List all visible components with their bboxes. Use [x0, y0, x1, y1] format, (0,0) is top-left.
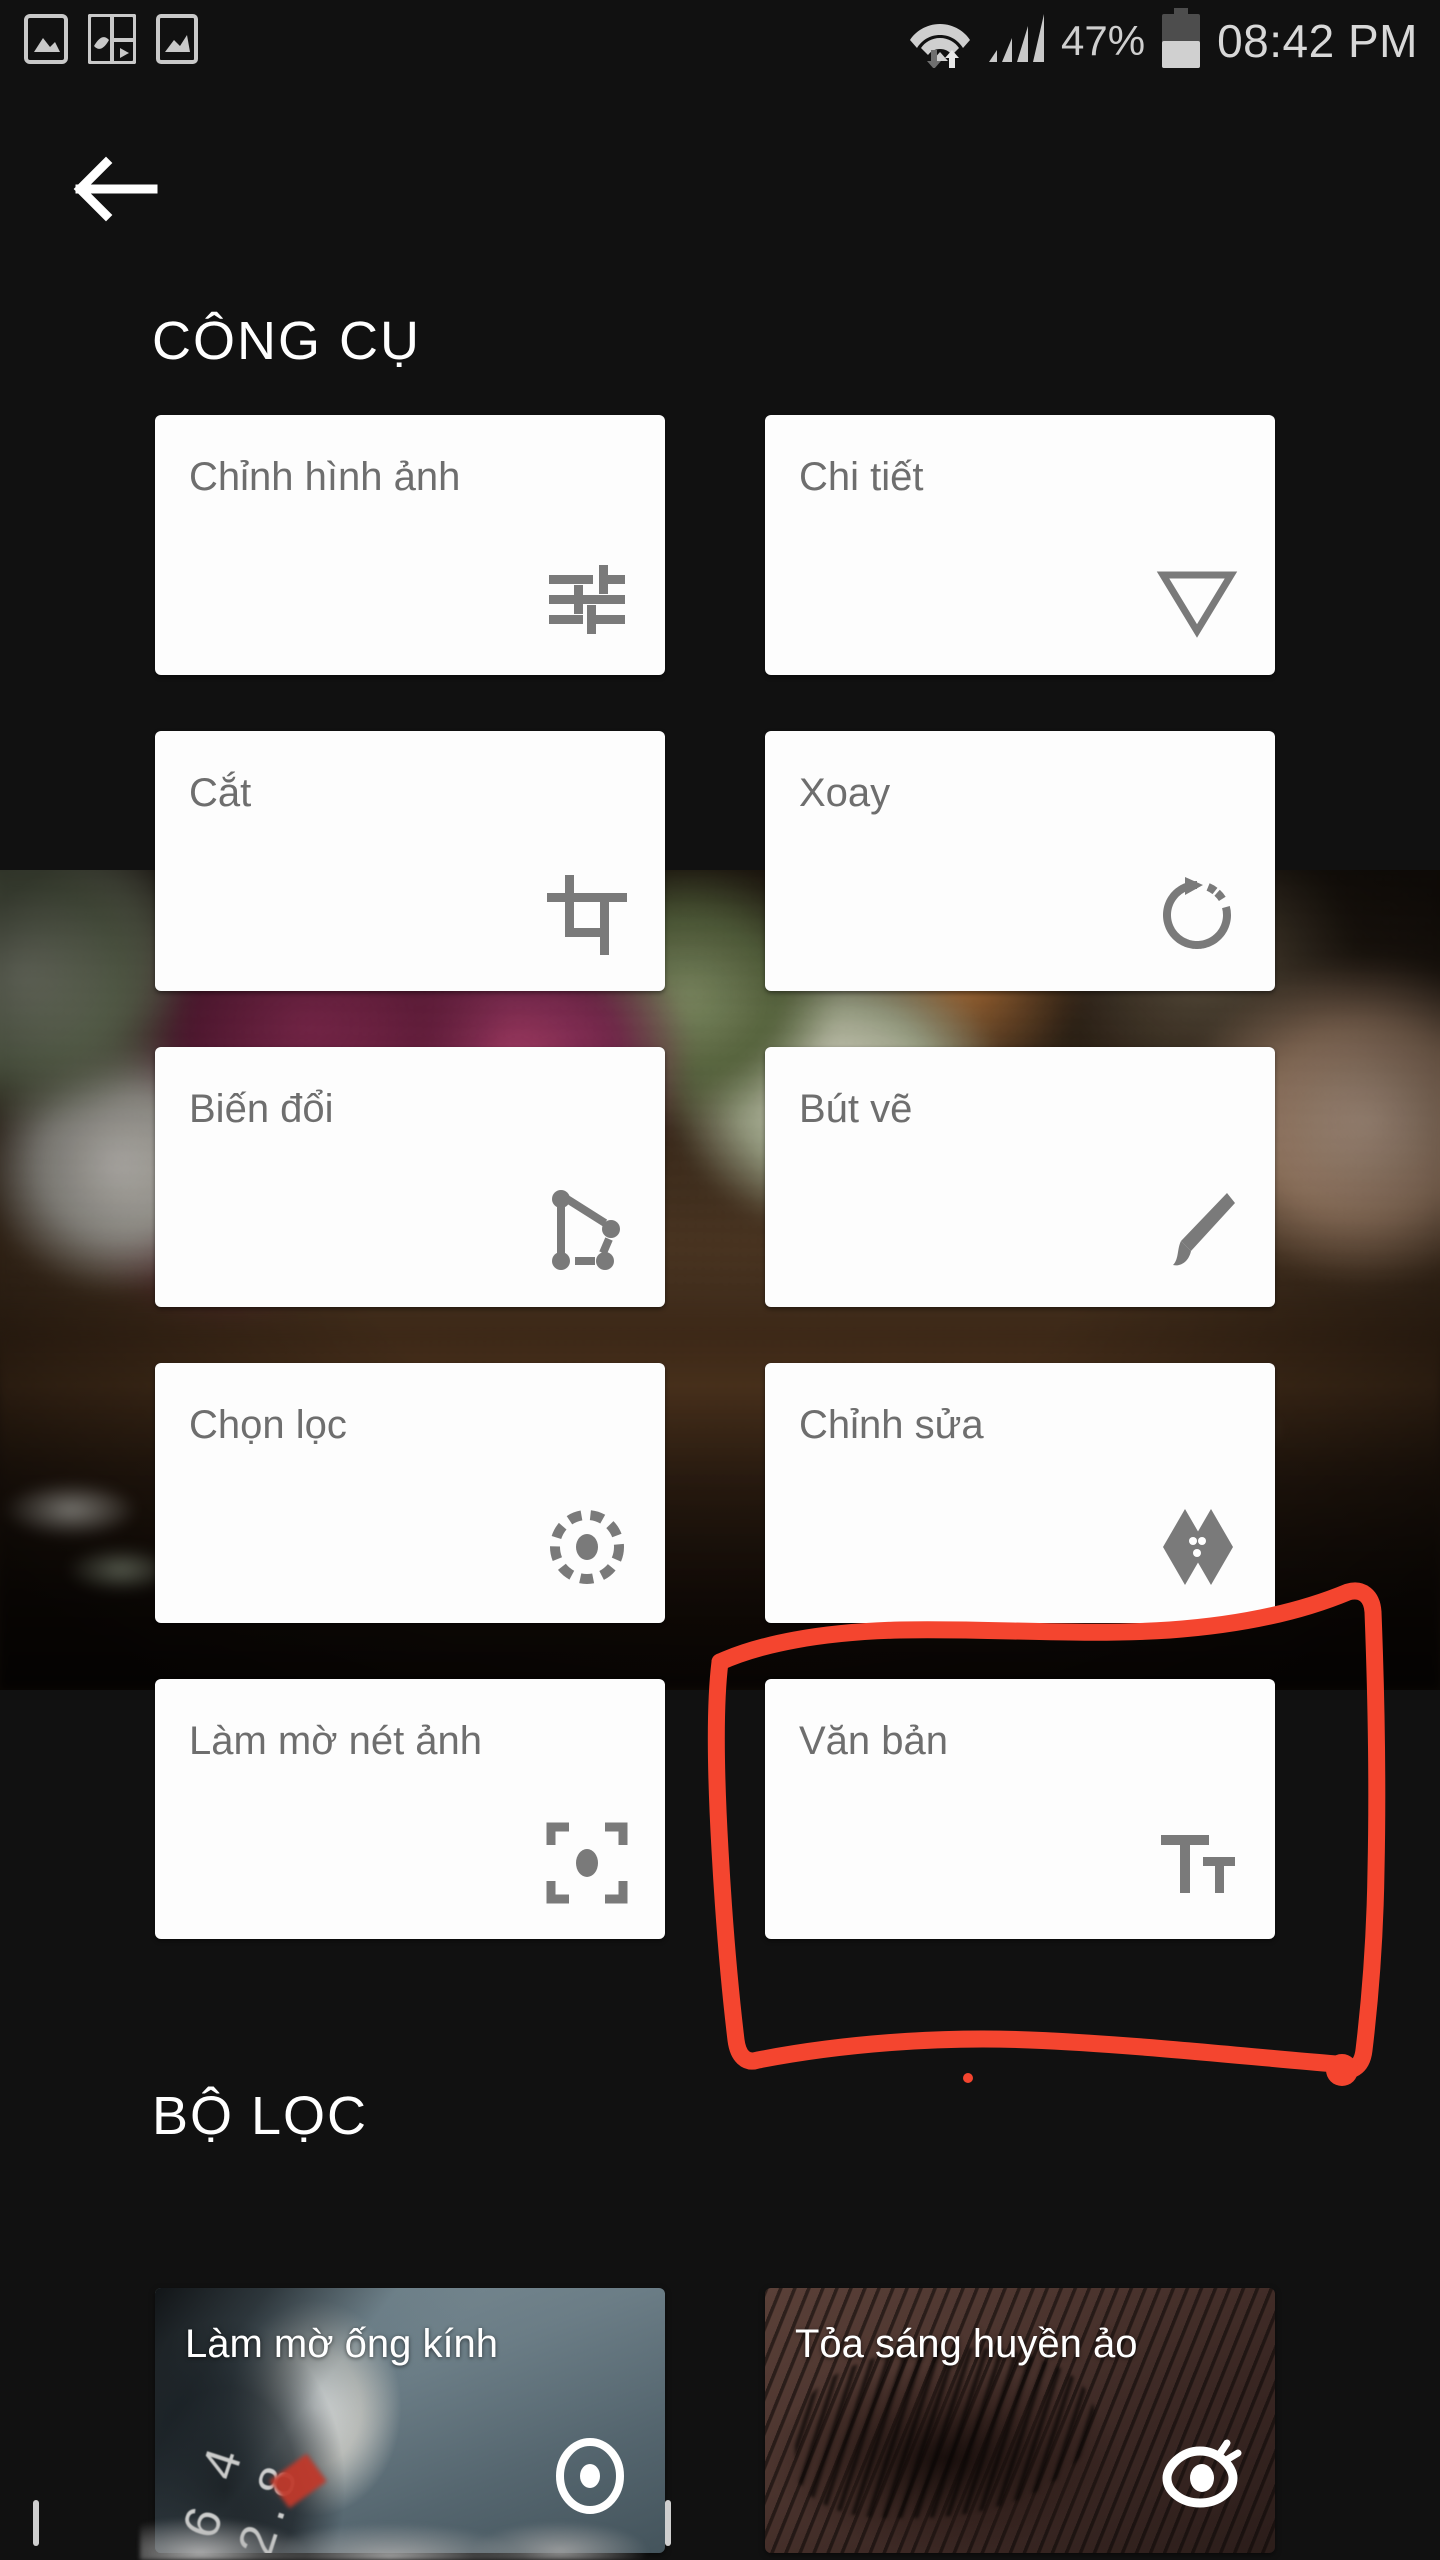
edge-marker-right	[665, 2500, 671, 2546]
tool-label: Xoay	[799, 771, 891, 815]
glamour-eye-icon	[1157, 2433, 1243, 2519]
app-bar: CÔNG CỤ	[0, 82, 1440, 412]
tool-label: Làm mờ nét ảnh	[189, 1719, 483, 1763]
tool-card-perspective[interactable]: Biến đổi	[155, 1047, 665, 1307]
battery-percent-label: 47%	[1061, 17, 1146, 64]
tool-label: Biến đổi	[189, 1087, 334, 1131]
edge-marker-left	[33, 2500, 39, 2546]
tool-card-rotate[interactable]: Xoay	[765, 731, 1275, 991]
tool-card-selective[interactable]: Chọn lọc	[155, 1363, 665, 1623]
tool-card-vignette[interactable]: Làm mờ nét ảnh	[155, 1679, 665, 1939]
rotate-icon	[1151, 869, 1243, 961]
tool-label: Chi tiết	[799, 455, 924, 499]
brush-icon	[1151, 1185, 1243, 1277]
perspective-icon	[541, 1185, 633, 1277]
tool-label: Chọn lọc	[189, 1403, 347, 1447]
status-bar: 47% 08:42 PM	[0, 0, 1440, 82]
tool-label: Văn bản	[799, 1719, 949, 1763]
screenshot-bottom-artifact	[140, 2495, 670, 2560]
tool-card-tune[interactable]: Chỉnh hình ảnh	[155, 415, 665, 675]
tool-label: Chỉnh sửa	[799, 1403, 984, 1447]
tune-icon	[541, 553, 633, 645]
tools-grid: Chỉnh hình ảnh Chi tiết Cắt Xoay Biến đổ…	[0, 415, 1440, 1939]
clock-label: 08:42 PM	[1217, 15, 1418, 67]
tool-card-details[interactable]: Chi tiết	[765, 415, 1275, 675]
page-title: CÔNG CỤ	[152, 311, 421, 371]
tool-card-crop[interactable]: Cắt	[155, 731, 665, 991]
filter-card-glamour-glow[interactable]: Tỏa sáng huyền ảo	[765, 2288, 1275, 2553]
tool-card-text[interactable]: Văn bản	[765, 1679, 1275, 1939]
tool-card-brush[interactable]: Bút vẽ	[765, 1047, 1275, 1307]
wifi-icon	[909, 10, 971, 73]
screen-root: 47% 08:42 PM CÔNG CỤ Chỉnh hình ảnh Chi …	[0, 0, 1440, 2560]
selective-icon	[541, 1501, 633, 1593]
tool-label: Cắt	[189, 771, 252, 815]
battery-icon	[1159, 7, 1203, 75]
signal-icon	[985, 12, 1047, 71]
text-tt-icon	[1151, 1817, 1243, 1909]
vignette-icon	[541, 1817, 633, 1909]
filters-section-title: BỘ LỌC	[152, 2086, 369, 2146]
image-icon	[24, 13, 68, 69]
filter-label: Tỏa sáng huyền ảo	[795, 2322, 1138, 2366]
details-triangle-icon	[1151, 553, 1243, 645]
crop-icon	[541, 869, 633, 961]
tool-label: Chỉnh hình ảnh	[189, 455, 461, 499]
photo-icon	[156, 13, 198, 69]
collage-icon	[87, 12, 137, 69]
filter-label: Làm mờ ống kính	[185, 2322, 499, 2366]
tool-card-healing[interactable]: Chỉnh sửa	[765, 1363, 1275, 1623]
back-button[interactable]	[58, 134, 168, 244]
tool-label: Bút vẽ	[799, 1087, 913, 1131]
healing-icon	[1151, 1501, 1243, 1593]
